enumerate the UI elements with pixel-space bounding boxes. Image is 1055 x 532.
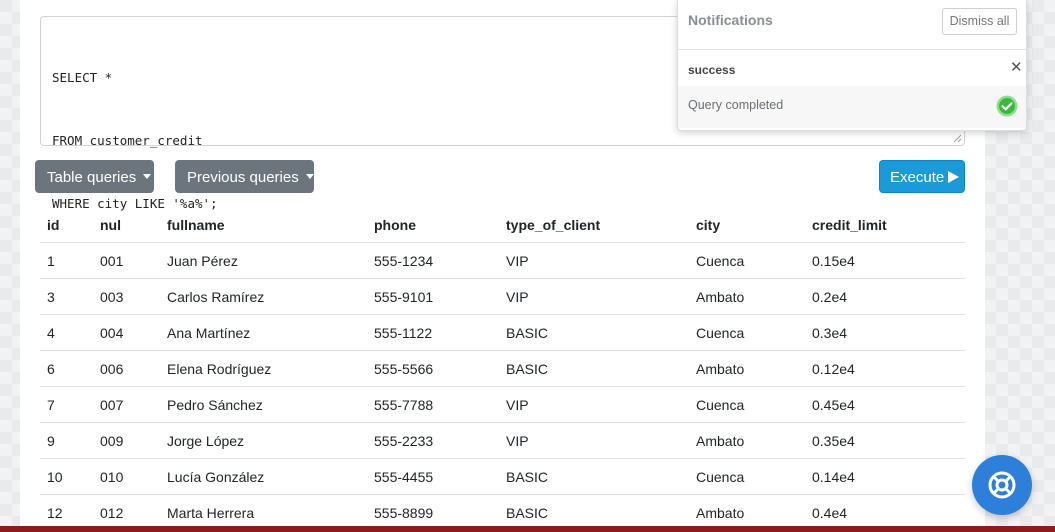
table-cell: 7 — [40, 386, 93, 423]
table-cell: VIP — [499, 242, 689, 279]
table-cell: 555-1234 — [367, 242, 499, 279]
table-row: 1 001 Juan Pérez 555-1234 VIP Cuenca 0.1… — [40, 242, 965, 279]
column-header: id — [40, 207, 93, 243]
table-cell: Ambato — [689, 278, 805, 315]
table-cell: Jorge López — [160, 422, 367, 459]
notifications-title: Notifications — [688, 12, 773, 28]
table-cell: BASIC — [499, 458, 689, 495]
table-cell: 6 — [40, 350, 93, 387]
table-queries-button[interactable]: Table queries — [35, 160, 154, 193]
check-circle-icon — [996, 95, 1018, 117]
table-cell: 009 — [93, 422, 160, 459]
dismiss-all-button[interactable]: Dismiss all — [942, 8, 1017, 35]
column-header: city — [689, 207, 805, 243]
table-cell: 555-1122 — [367, 314, 499, 351]
table-cell: 001 — [93, 242, 160, 279]
table-cell: 0.2e4 — [805, 278, 965, 315]
notification-type: success — [688, 63, 736, 77]
table-cell: Pedro Sánchez — [160, 386, 367, 423]
table-cell: 4 — [40, 314, 93, 351]
table-cell: Cuenca — [689, 242, 805, 279]
table-cell: VIP — [499, 386, 689, 423]
notification-item: success ✕ — [678, 50, 1026, 86]
table-cell: 555-2233 — [367, 422, 499, 459]
table-cell: Ambato — [689, 350, 805, 387]
table-cell: Ana Martínez — [160, 314, 367, 351]
table-cell: Cuenca — [689, 458, 805, 495]
table-cell: 0.35e4 — [805, 422, 965, 459]
table-cell: 555-9101 — [367, 278, 499, 315]
table-row: 10 010 Lucía González 555-4455 BASIC Cue… — [40, 458, 965, 495]
table-cell: BASIC — [499, 314, 689, 351]
column-header: phone — [367, 207, 499, 243]
table-cell: Carlos Ramírez — [160, 278, 367, 315]
table-cell: 003 — [93, 278, 160, 315]
table-row: 4 004 Ana Martínez 555-1122 BASIC Cuenca… — [40, 314, 965, 351]
table-cell: 555-5566 — [367, 350, 499, 387]
table-cell: BASIC — [499, 350, 689, 387]
table-cell: Cuenca — [689, 314, 805, 351]
table-cell: 006 — [93, 350, 160, 387]
resize-grip-icon[interactable] — [952, 133, 962, 143]
table-cell: Elena Rodríguez — [160, 350, 367, 387]
table-queries-label: Table queries — [47, 169, 137, 186]
table-cell: 0.14e4 — [805, 458, 965, 495]
table-cell: 1 — [40, 242, 93, 279]
table-cell: 0.45e4 — [805, 386, 965, 423]
table-cell: Cuenca — [689, 386, 805, 423]
table-row: 6 006 Elena Rodríguez 555-5566 BASIC Amb… — [40, 350, 965, 387]
notifications-panel: Notifications Dismiss all success ✕ Quer… — [677, 0, 1027, 131]
table-row: 3 003 Carlos Ramírez 555-9101 VIP Ambato… — [40, 278, 965, 315]
execute-button[interactable]: Execute — [879, 160, 965, 193]
caret-down-icon — [305, 173, 314, 179]
table-cell: Juan Pérez — [160, 242, 367, 279]
previous-queries-label: Previous queries — [187, 169, 299, 186]
table-row: 7 007 Pedro Sánchez 555-7788 VIP Cuenca … — [40, 386, 965, 423]
table-cell: 007 — [93, 386, 160, 423]
previous-queries-button[interactable]: Previous queries — [175, 160, 314, 193]
table-cell: 10 — [40, 458, 93, 495]
notifications-header: Notifications Dismiss all — [678, 0, 1026, 50]
notification-body: Query completed — [678, 86, 1026, 128]
table-row: 9 009 Jorge López 555-2233 VIP Ambato 0.… — [40, 422, 965, 459]
table-cell: 004 — [93, 314, 160, 351]
notification-message: Query completed — [688, 98, 784, 112]
column-header: type_of_client — [499, 207, 689, 243]
help-chat-button[interactable] — [972, 455, 1032, 515]
table-cell: Ambato — [689, 422, 805, 459]
table-cell: VIP — [499, 278, 689, 315]
table-cell: 0.12e4 — [805, 350, 965, 387]
table-cell: 9 — [40, 422, 93, 459]
lifebuoy-icon — [988, 471, 1016, 499]
table-cell: 555-4455 — [367, 458, 499, 495]
table-cell: VIP — [499, 422, 689, 459]
column-header: nul — [93, 207, 160, 243]
sql-line: FROM customer_credit — [52, 133, 203, 148]
table-header-row: id nul fullname phone type_of_client cit… — [40, 207, 965, 243]
table-cell: 0.3e4 — [805, 314, 965, 351]
caret-down-icon — [143, 173, 152, 179]
table-cell: 555-7788 — [367, 386, 499, 423]
table-cell: 0.15e4 — [805, 242, 965, 279]
column-header: credit_limit — [805, 207, 965, 243]
close-icon[interactable]: ✕ — [1010, 60, 1023, 76]
play-icon — [948, 171, 960, 184]
table-cell: Lucía González — [160, 458, 367, 495]
execute-label: Execute — [890, 169, 945, 186]
bottom-bar — [0, 526, 1055, 532]
table-cell: 3 — [40, 278, 93, 315]
table-cell: 010 — [93, 458, 160, 495]
results-table: id nul fullname phone type_of_client cit… — [40, 207, 965, 531]
column-header: fullname — [160, 207, 367, 243]
